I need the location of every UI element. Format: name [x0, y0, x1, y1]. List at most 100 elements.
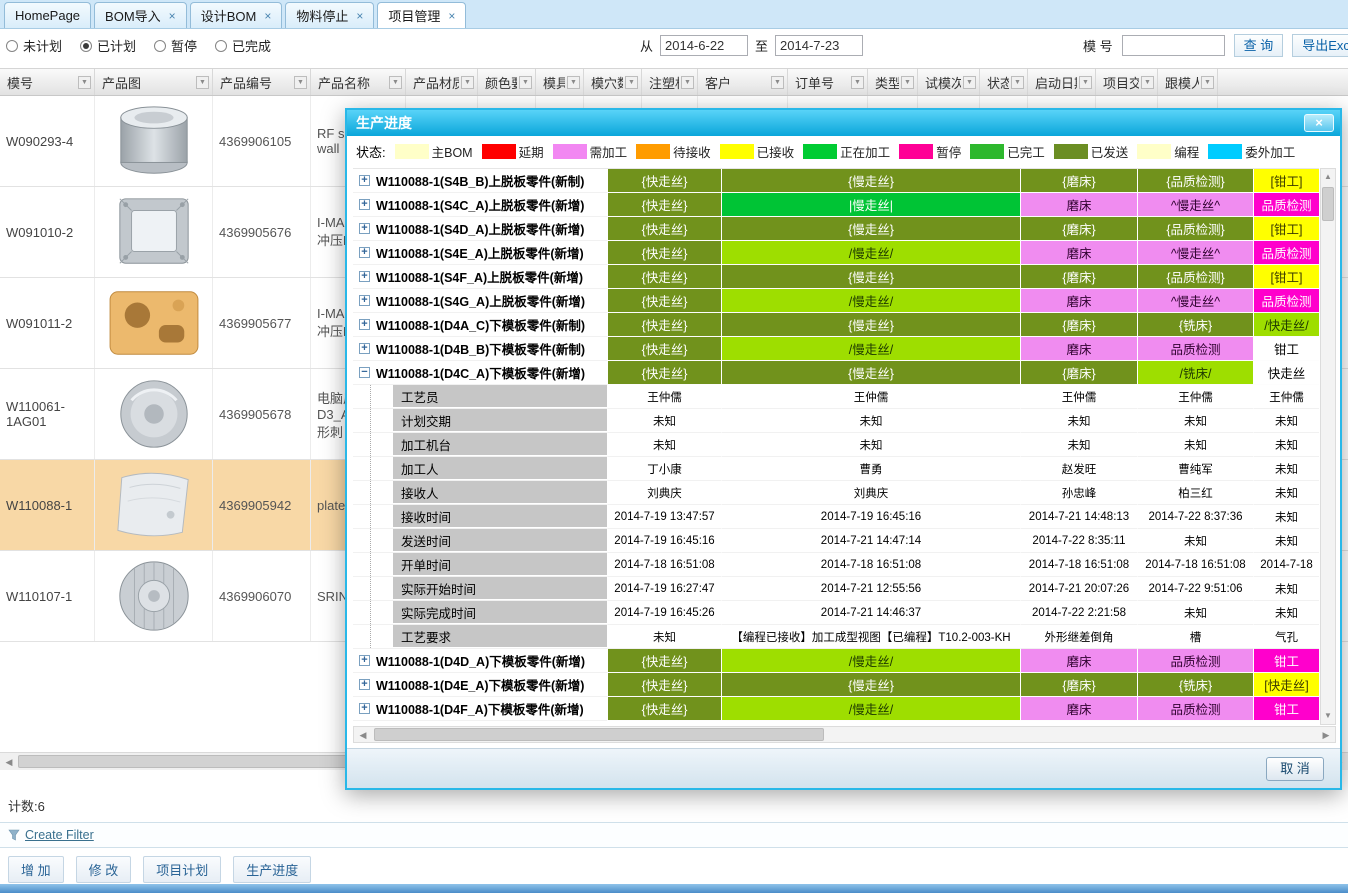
- scroll-left-icon[interactable]: ◀: [355, 727, 371, 743]
- process-cell[interactable]: {慢走丝}: [721, 673, 1020, 697]
- footer-button[interactable]: 修 改: [76, 856, 132, 883]
- column-header[interactable]: 状态▼: [980, 69, 1028, 95]
- filter-dropdown-icon[interactable]: ▼: [963, 76, 976, 89]
- expand-toggle-icon[interactable]: +: [359, 343, 370, 354]
- column-header[interactable]: 试模次数▼: [918, 69, 980, 95]
- scroll-thumb[interactable]: [374, 728, 824, 741]
- process-row[interactable]: +W110088-1(D4F_A)下模板零件(新增){快走丝}/慢走丝/磨床品质…: [353, 697, 1319, 721]
- process-row[interactable]: −W110088-1(D4C_A)下模板零件(新增){快走丝}{慢走丝}{磨床}…: [353, 361, 1319, 385]
- process-cell[interactable]: 磨床: [1020, 193, 1137, 217]
- process-cell[interactable]: {快走丝}: [607, 673, 721, 697]
- process-cell[interactable]: {磨床}: [1020, 313, 1137, 337]
- column-header[interactable]: 启动日期▼: [1028, 69, 1096, 95]
- tab[interactable]: HomePage: [4, 2, 91, 28]
- column-header[interactable]: 类型▼: [868, 69, 918, 95]
- filter-dropdown-icon[interactable]: ▼: [78, 76, 91, 89]
- filter-dropdown-icon[interactable]: ▼: [1079, 76, 1092, 89]
- tab-close-icon[interactable]: ×: [264, 11, 271, 21]
- create-filter-link[interactable]: Create Filter: [25, 828, 94, 842]
- column-header[interactable]: 跟模人▼: [1158, 69, 1218, 95]
- footer-button[interactable]: 增 加: [8, 856, 64, 883]
- dialog-title-bar[interactable]: 生产进度 ×: [347, 110, 1340, 136]
- close-icon[interactable]: ×: [1304, 114, 1334, 132]
- expand-toggle-icon[interactable]: +: [359, 655, 370, 666]
- process-cell[interactable]: /快走丝/: [1253, 313, 1319, 337]
- process-cell[interactable]: {快走丝}: [607, 193, 721, 217]
- dialog-vertical-scrollbar[interactable]: ▲ ▼: [1320, 168, 1336, 725]
- process-row[interactable]: +W110088-1(D4B_B)下模板零件(新制){快走丝}/慢走丝/磨床品质…: [353, 337, 1319, 361]
- column-header[interactable]: 订单号▼: [788, 69, 868, 95]
- expand-toggle-icon[interactable]: +: [359, 679, 370, 690]
- footer-button[interactable]: 生产进度: [233, 856, 311, 883]
- process-cell[interactable]: ^慢走丝^: [1137, 241, 1253, 265]
- filter-dropdown-icon[interactable]: ▼: [1141, 76, 1154, 89]
- process-cell[interactable]: {快走丝}: [607, 361, 721, 385]
- filter-dropdown-icon[interactable]: ▼: [1011, 76, 1024, 89]
- footer-button[interactable]: 项目计划: [143, 856, 221, 883]
- process-row[interactable]: +W110088-1(S4F_A)上脱板零件(新增){快走丝}{慢走丝}{磨床}…: [353, 265, 1319, 289]
- filter-dropdown-icon[interactable]: ▼: [196, 76, 209, 89]
- expand-toggle-icon[interactable]: +: [359, 295, 370, 306]
- process-cell[interactable]: /慢走丝/: [721, 241, 1020, 265]
- process-cell[interactable]: {磨床}: [1020, 217, 1137, 241]
- tab[interactable]: 设计BOM×: [190, 2, 283, 28]
- process-cell[interactable]: {慢走丝}: [721, 313, 1020, 337]
- process-cell[interactable]: /慢走丝/: [721, 649, 1020, 673]
- column-header[interactable]: 颜色要求▼: [478, 69, 536, 95]
- process-cell[interactable]: 品质检测: [1137, 649, 1253, 673]
- process-row[interactable]: +W110088-1(D4E_A)下模板零件(新增){快走丝}{慢走丝}{磨床}…: [353, 673, 1319, 697]
- expand-toggle-icon[interactable]: +: [359, 199, 370, 210]
- process-cell[interactable]: [钳工]: [1253, 217, 1319, 241]
- process-cell[interactable]: {快走丝}: [607, 313, 721, 337]
- process-cell[interactable]: {快走丝}: [607, 289, 721, 313]
- process-cell[interactable]: {铣床}: [1137, 673, 1253, 697]
- status-radio[interactable]: 已完成: [215, 36, 271, 55]
- query-button[interactable]: 查 询: [1234, 34, 1284, 57]
- expand-toggle-icon[interactable]: +: [359, 223, 370, 234]
- process-cell[interactable]: {磨床}: [1020, 361, 1137, 385]
- tab-close-icon[interactable]: ×: [448, 11, 455, 21]
- column-header[interactable]: 产品编号▼: [213, 69, 311, 95]
- filter-dropdown-icon[interactable]: ▼: [519, 76, 532, 89]
- process-cell[interactable]: 品质检测: [1137, 337, 1253, 361]
- process-row[interactable]: +W110088-1(S4D_A)上脱板零件(新增){快走丝}{慢走丝}{磨床}…: [353, 217, 1319, 241]
- scroll-down-icon[interactable]: ▼: [1321, 709, 1335, 723]
- process-cell[interactable]: {快走丝}: [607, 649, 721, 673]
- process-cell[interactable]: /慢走丝/: [721, 289, 1020, 313]
- filter-dropdown-icon[interactable]: ▼: [294, 76, 307, 89]
- process-cell[interactable]: {快走丝}: [607, 241, 721, 265]
- filter-dropdown-icon[interactable]: ▼: [901, 76, 914, 89]
- tab[interactable]: 物料停止×: [285, 2, 374, 28]
- process-row[interactable]: +W110088-1(S4C_A)上脱板零件(新增){快走丝}|慢走丝|磨床^慢…: [353, 193, 1319, 217]
- process-cell[interactable]: [钳工]: [1253, 169, 1319, 193]
- process-cell[interactable]: {磨床}: [1020, 265, 1137, 289]
- process-cell[interactable]: 磨床: [1020, 649, 1137, 673]
- tab-close-icon[interactable]: ×: [356, 11, 363, 21]
- scroll-thumb[interactable]: [1322, 187, 1334, 221]
- process-cell[interactable]: ^慢走丝^: [1137, 289, 1253, 313]
- filter-dropdown-icon[interactable]: ▼: [1201, 76, 1214, 89]
- process-cell[interactable]: 品质检测: [1253, 193, 1319, 217]
- date-to-input[interactable]: [775, 35, 863, 56]
- filter-dropdown-icon[interactable]: ▼: [851, 76, 864, 89]
- status-radio[interactable]: 已计划: [80, 36, 136, 55]
- process-cell[interactable]: 磨床: [1020, 337, 1137, 361]
- filter-dropdown-icon[interactable]: ▼: [771, 76, 784, 89]
- scroll-right-icon[interactable]: ▶: [1318, 727, 1334, 743]
- process-cell[interactable]: {快走丝}: [607, 217, 721, 241]
- expand-toggle-icon[interactable]: +: [359, 703, 370, 714]
- collapse-toggle-icon[interactable]: −: [359, 367, 370, 378]
- export-excel-button[interactable]: 导出Excel: [1292, 34, 1348, 57]
- cancel-button[interactable]: 取 消: [1266, 757, 1324, 781]
- process-cell[interactable]: 磨床: [1020, 697, 1137, 721]
- filter-dropdown-icon[interactable]: ▼: [625, 76, 638, 89]
- process-cell[interactable]: {磨床}: [1020, 169, 1137, 193]
- date-from-input[interactable]: [660, 35, 748, 56]
- process-cell[interactable]: {磨床}: [1020, 673, 1137, 697]
- tab-close-icon[interactable]: ×: [169, 11, 176, 21]
- process-cell[interactable]: {慢走丝}: [721, 265, 1020, 289]
- scroll-left-icon[interactable]: ◀: [1, 754, 17, 770]
- column-header[interactable]: 客户▼: [698, 69, 788, 95]
- process-cell[interactable]: 磨床: [1020, 241, 1137, 265]
- process-cell[interactable]: /慢走丝/: [721, 337, 1020, 361]
